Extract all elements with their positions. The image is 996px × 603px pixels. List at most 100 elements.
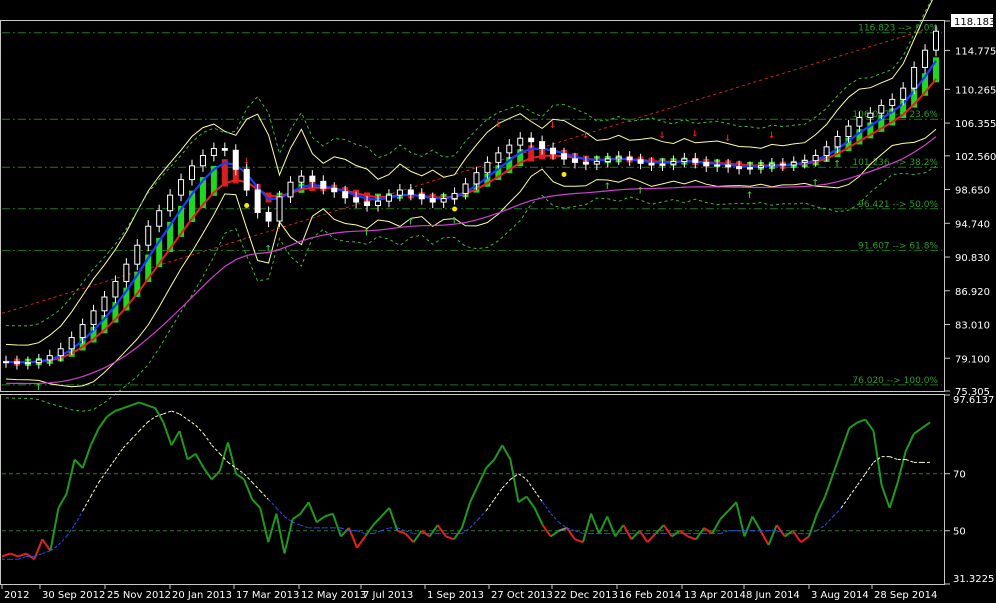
osc-tick-label: 31.3225 (953, 574, 994, 585)
candle-body (757, 165, 764, 169)
time-tick-label: 1 Sep 2013 (427, 590, 484, 601)
candle-body (473, 172, 480, 185)
price-tick-label: 98.650 (955, 186, 990, 197)
osc-tick-label: 70 (953, 470, 966, 481)
candle-body (801, 160, 808, 163)
candle-body (768, 163, 775, 167)
signal-dot (561, 171, 567, 177)
buy-arrow-icon: ↑ (834, 156, 841, 170)
candle-body (484, 161, 491, 174)
sell-arrow-icon: ↓ (549, 117, 556, 131)
sell-arrow-icon: ↓ (494, 116, 501, 130)
candle-body (90, 310, 97, 326)
buy-arrow-icon: ↑ (265, 240, 272, 254)
candle-body (396, 189, 403, 196)
candle-body (648, 162, 655, 166)
time-tick-label: 30 Sep 2012 (42, 590, 105, 601)
fib-level-label: 76.020 --> 100.0% (852, 376, 938, 386)
candle-body (812, 154, 819, 162)
candle-body (550, 148, 557, 155)
candle-body (35, 359, 42, 364)
candle-body (823, 146, 830, 156)
candle-body (462, 183, 469, 194)
candle-body (287, 181, 294, 198)
candle-body (418, 193, 425, 200)
time-tick-label: 20 Jan 2013 (172, 590, 232, 601)
candle-body (528, 137, 535, 143)
time-tick-label: 17 Mar 2013 (236, 590, 299, 601)
fib-level-label: 101.236 --> 38.2% (852, 158, 938, 168)
price-tick-label: 90.830 (955, 253, 990, 264)
sell-arrow-icon: ↓ (724, 130, 731, 144)
candle-body (856, 116, 863, 127)
candle-body (101, 296, 108, 312)
buy-arrow-icon: ↑ (604, 178, 611, 192)
candle-body (725, 164, 732, 168)
candle-body (221, 148, 228, 151)
candle-body (451, 192, 458, 200)
fib-level-label: 91.607 --> 61.8% (858, 241, 938, 251)
candle-body (298, 175, 305, 183)
current-price-label: 118.183 (954, 17, 995, 28)
candle-body (385, 194, 392, 202)
fib-level-label: 96.421 --> 50.0% (858, 200, 938, 210)
candle-body (429, 198, 436, 203)
candle-body (692, 158, 699, 163)
candle-body (703, 161, 710, 167)
candle-body (911, 66, 918, 89)
buy-arrow-icon: ↑ (746, 187, 753, 201)
price-tick-label: 79.100 (955, 354, 990, 365)
candle-body (342, 191, 349, 199)
buy-arrow-icon: ↑ (637, 182, 644, 196)
candle-body (167, 194, 174, 212)
candle-body (659, 163, 666, 166)
buy-arrow-icon: ↑ (451, 213, 458, 227)
price-tick-label: 86.920 (955, 287, 990, 298)
time-tick-label: 7 Jul 2013 (363, 590, 413, 601)
candle-body (561, 153, 567, 160)
price-tick-label: 114.775 (955, 46, 996, 57)
price-tick-label: 106.355 (955, 119, 996, 130)
candle-body (779, 163, 786, 166)
time-tick-label: 8 Jun 2014 (746, 590, 800, 601)
candle-body (232, 149, 239, 170)
candle-body (57, 348, 64, 357)
candle-body (123, 263, 130, 282)
candle-body (922, 49, 929, 68)
candle-body (878, 104, 885, 114)
candle-body (670, 161, 677, 165)
signal-dot (244, 203, 250, 209)
candle-body (593, 161, 600, 165)
sell-arrow-icon: ↓ (243, 153, 250, 167)
candle-body (582, 161, 589, 165)
candle-body (681, 158, 688, 163)
candle-body (156, 210, 163, 227)
candle-body (24, 362, 31, 365)
fib-level-label: 116.823 --> 0.0% (858, 24, 938, 34)
candle-body (845, 125, 852, 137)
candle-body (736, 166, 743, 169)
time-tick-label: 25 Nov 2012 (107, 590, 171, 601)
candle-body (254, 189, 261, 213)
candle-body (320, 180, 327, 189)
candle-body (604, 158, 611, 163)
candle-body (834, 135, 841, 148)
time-tick-label: 22 Dec 2013 (554, 590, 618, 601)
candle-body (276, 196, 283, 222)
sell-arrow-icon: ↓ (768, 127, 775, 141)
candle-body (309, 175, 316, 182)
price-tick-label: 94.740 (955, 219, 990, 230)
candle-body (867, 112, 874, 118)
candle-body (265, 211, 272, 222)
candle-body (889, 98, 896, 106)
candle-body (615, 156, 622, 160)
buy-arrow-icon: ↑ (812, 175, 819, 189)
candle-body (199, 154, 206, 167)
time-tick-label: 12 May 2013 (301, 590, 366, 601)
candle-body (933, 30, 939, 51)
candle-body (112, 280, 119, 298)
candle-body (407, 189, 414, 195)
candle-body (189, 165, 195, 181)
time-tick-label: 27 Oct 2013 (491, 590, 553, 601)
candle-body (517, 137, 524, 146)
